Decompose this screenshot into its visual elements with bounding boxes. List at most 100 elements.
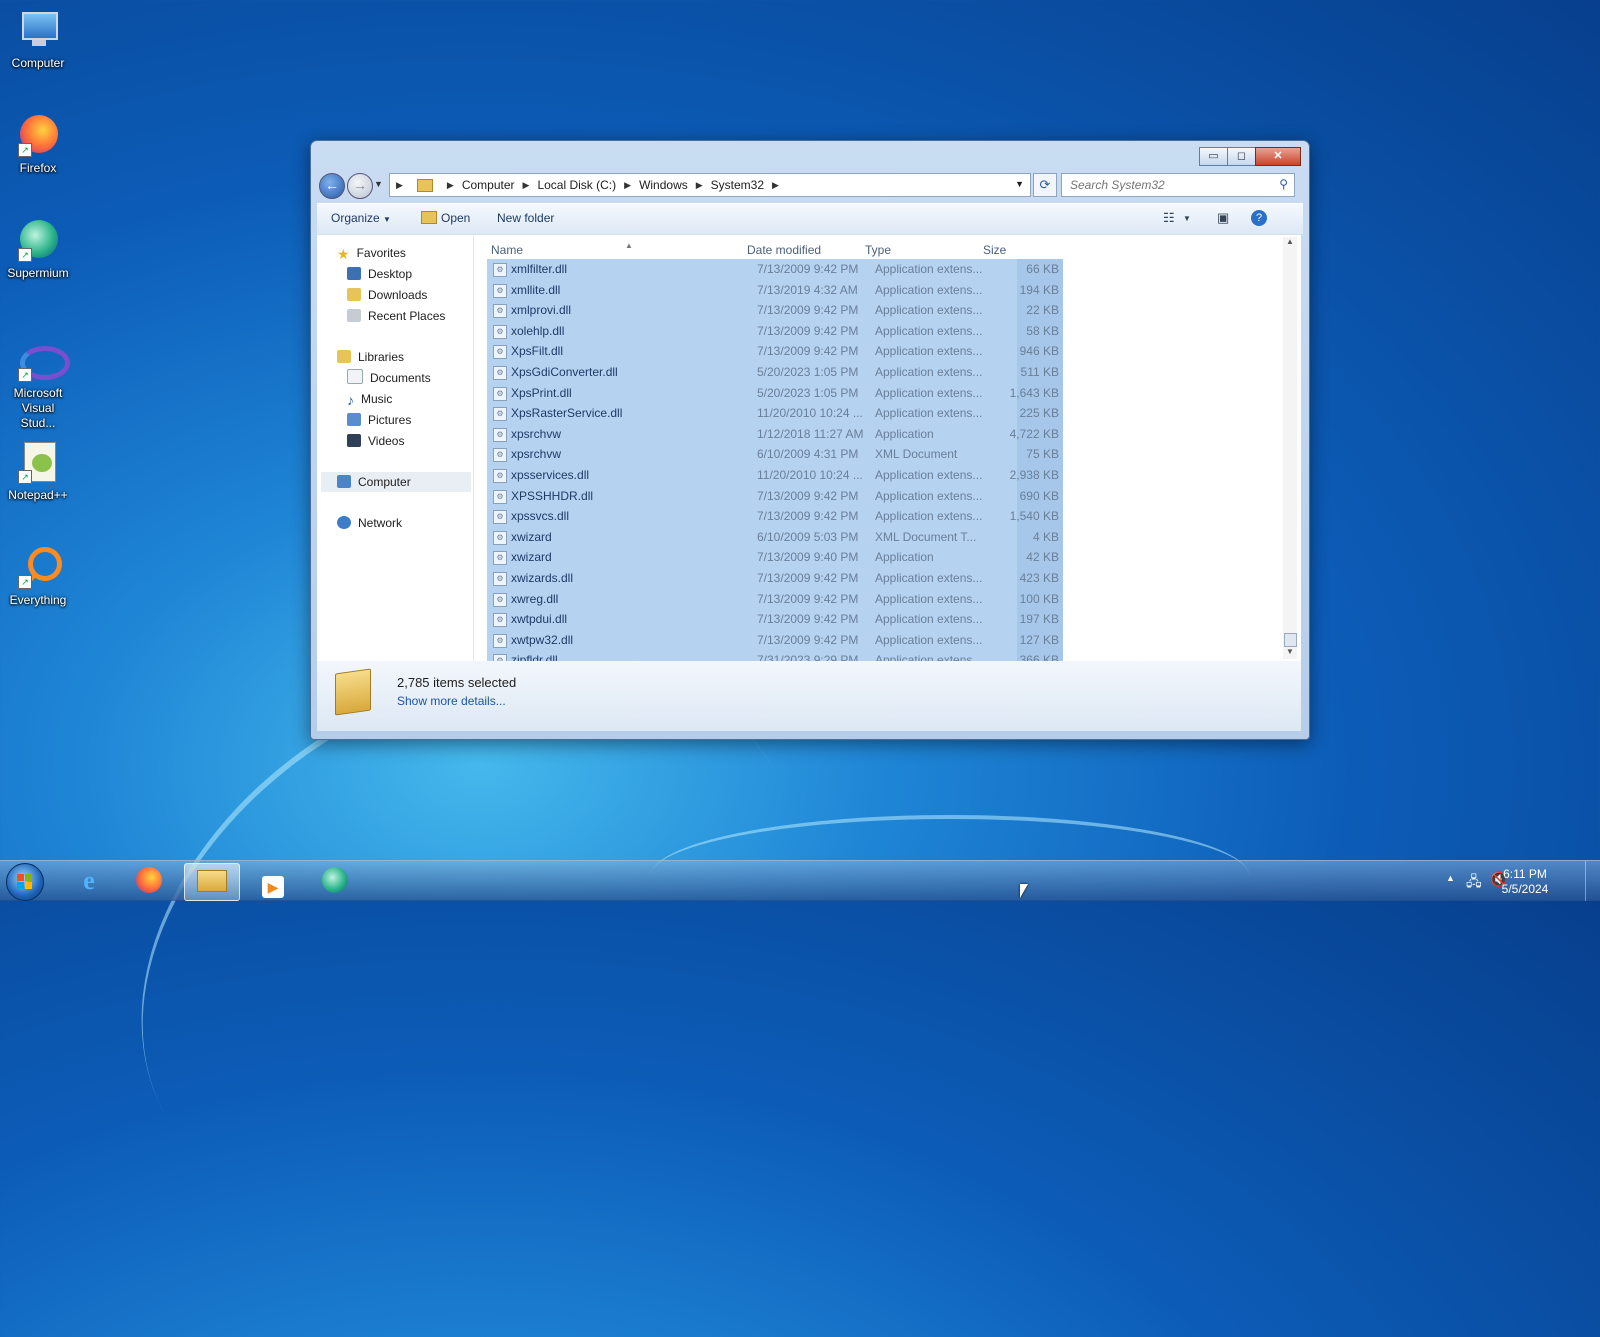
address-history-dropdown[interactable]: ▼ xyxy=(1015,179,1024,189)
search-box[interactable]: ⚲ xyxy=(1061,173,1295,197)
file-row[interactable]: ⚙ xpsrchvw 1/12/2018 11:27 AM Application 4,… xyxy=(487,423,1063,445)
column-header-type[interactable]: Type xyxy=(865,243,891,257)
file-row[interactable]: ⚙ xwtpdui.dll 7/13/2009 9:42 PM Application… xyxy=(487,609,1063,630)
command-bar: Organize ▼ Open New folder ☷ ▼ ▣ ? xyxy=(317,203,1303,234)
nav-libraries[interactable]: Libraries xyxy=(337,347,404,367)
file-size: 511 KB xyxy=(1020,364,1059,379)
scroll-up-arrow[interactable]: ▲ xyxy=(1283,237,1297,249)
forward-button[interactable]: → xyxy=(347,173,373,199)
breadcrumb-computer[interactable]: Computer xyxy=(462,178,515,192)
organize-button[interactable]: Organize ▼ xyxy=(331,211,391,225)
desktop-icon-firefox[interactable]: ↗ Firefox xyxy=(4,113,72,176)
nav-recent-places[interactable]: Recent Places xyxy=(347,306,445,326)
chevron-right-icon[interactable]: ▶ xyxy=(696,180,703,191)
column-header-size[interactable]: Size xyxy=(983,243,1006,257)
file-row[interactable]: ⚙ xwizard 7/13/2009 9:40 PM Application 42 K… xyxy=(487,547,1063,568)
search-input[interactable] xyxy=(1068,177,1272,193)
vertical-scrollbar[interactable]: ▲ ▼ xyxy=(1283,237,1297,659)
nav-label: Network xyxy=(358,516,403,530)
firefox-icon: ↗ xyxy=(16,113,60,157)
help-button[interactable]: ? xyxy=(1251,210,1267,226)
desktop-icon-label: Supermium xyxy=(7,266,69,280)
file-row[interactable]: ⚙ xwreg.dll 7/13/2009 9:42 PM Application e… xyxy=(487,588,1063,610)
refresh-icon: ⟳ xyxy=(1039,177,1051,192)
file-row[interactable]: ⚙ xolehlp.dll 7/13/2009 9:42 PM Application… xyxy=(487,320,1063,342)
change-view-button[interactable]: ☷ xyxy=(1163,210,1175,226)
new-folder-button[interactable]: New folder xyxy=(497,211,554,225)
taskbar-windows-explorer[interactable] xyxy=(184,863,240,901)
start-button[interactable] xyxy=(6,863,44,901)
dll-file-icon: ⚙ xyxy=(493,468,507,483)
file-row[interactable]: ⚙ xmlprovi.dll 7/13/2009 9:42 PM Applicatio… xyxy=(487,300,1063,321)
desktop-icon-visual-studio[interactable]: ↗ Microsoft Visual Stud... xyxy=(4,338,72,431)
desktop-icon-notepadpp[interactable]: ↗ Notepad++ xyxy=(4,440,72,503)
nav-downloads[interactable]: Downloads xyxy=(347,285,427,305)
view-options-dropdown[interactable]: ▼ xyxy=(1183,214,1191,223)
tray-clock[interactable]: 6:11 PM 5/5/2024 xyxy=(1490,867,1560,897)
show-desktop-button[interactable] xyxy=(1585,861,1600,901)
nav-music[interactable]: ♪ Music xyxy=(347,389,392,409)
application-icon: ⚙ xyxy=(493,551,507,566)
desktop-icon-supermium[interactable]: ↗ Supermium xyxy=(4,218,72,281)
visual-studio-icon: ↗ xyxy=(16,338,70,382)
supermium-icon xyxy=(322,867,348,893)
taskbar-media-player[interactable]: ▶ xyxy=(246,863,300,899)
file-row[interactable]: ⚙ XPSSHHDR.dll 7/13/2009 9:42 PM Applicatio… xyxy=(487,485,1063,507)
column-header-name[interactable]: Name ▲ xyxy=(491,241,633,257)
nav-computer[interactable]: Computer xyxy=(321,472,471,492)
file-row[interactable]: ⚙ XpsRasterService.dll 11/20/2010 10:24 ..… xyxy=(487,403,1063,424)
address-bar[interactable]: ▶ ▶ Computer ▶ Local Disk (C:) ▶ Windows… xyxy=(389,173,1031,197)
show-more-details-link[interactable]: Show more details... xyxy=(397,694,506,708)
minimize-button[interactable]: ▭ xyxy=(1199,147,1228,166)
nav-videos[interactable]: Videos xyxy=(347,431,404,451)
nav-network[interactable]: Network xyxy=(337,513,402,533)
network-tray-icon[interactable]: 🖧 xyxy=(1466,871,1482,895)
nav-desktop[interactable]: Desktop xyxy=(347,264,412,284)
close-button[interactable]: ✕ xyxy=(1255,147,1301,166)
file-row[interactable]: ⚙ xmllite.dll 7/13/2019 4:32 AM Application… xyxy=(487,279,1063,301)
breadcrumb-local-disk[interactable]: Local Disk (C:) xyxy=(537,178,616,192)
file-size: 127 KB xyxy=(1019,632,1059,647)
navigation-bar: ← → ▼ ▶ ▶ Computer ▶ Local Disk (C:) ▶ W… xyxy=(319,171,1301,199)
file-row[interactable]: ⚙ xpsservices.dll 11/20/2010 10:24 ... Appl… xyxy=(487,464,1063,486)
scroll-down-arrow[interactable]: ▼ xyxy=(1283,647,1297,659)
xml-file-icon: ⚙ xyxy=(493,530,507,545)
taskbar-internet-explorer[interactable]: e xyxy=(62,863,116,899)
preview-pane-button[interactable]: ▣ xyxy=(1217,210,1229,226)
breadcrumb-windows[interactable]: Windows xyxy=(639,178,688,192)
taskbar-firefox[interactable] xyxy=(122,863,176,899)
file-row[interactable]: ⚙ xwizards.dll 7/13/2009 9:42 PM Applicatio… xyxy=(487,567,1063,589)
file-row[interactable]: ⚙ xwizard 6/10/2009 5:03 PM XML Document T.… xyxy=(487,526,1063,548)
refresh-button[interactable]: ⟳ xyxy=(1033,173,1057,197)
open-label: Open xyxy=(441,211,471,225)
content-area: ★ Favorites Desktop Downloads Recent Plac… xyxy=(317,234,1301,671)
file-row[interactable]: ⚙ XpsGdiConverter.dll 5/20/2023 1:05 PM App… xyxy=(487,361,1063,383)
file-row[interactable]: ⚙ xpssvcs.dll 7/13/2009 9:42 PM Application… xyxy=(487,506,1063,527)
recent-pages-dropdown[interactable]: ▼ xyxy=(374,179,383,189)
nav-documents[interactable]: Documents xyxy=(347,368,431,388)
file-type: Application extens... xyxy=(875,344,983,359)
file-row[interactable]: ⚙ XpsFilt.dll 7/13/2009 9:42 PM Application… xyxy=(487,341,1063,362)
file-row[interactable]: ⚙ xmlfilter.dll 7/13/2009 9:42 PM Applicati… xyxy=(487,259,1063,280)
taskbar-supermium[interactable] xyxy=(308,863,362,899)
show-hidden-icons-button[interactable]: ▲ xyxy=(1446,873,1455,883)
column-header-date[interactable]: Date modified xyxy=(747,243,821,257)
desktop-icon-everything[interactable]: ↗ Everything xyxy=(4,545,72,608)
file-row[interactable]: ⚙ xwtpw32.dll 7/13/2009 9:42 PM Application… xyxy=(487,629,1063,651)
desktop-icon-computer[interactable]: Computer xyxy=(4,8,72,71)
file-row[interactable]: ⚙ XpsPrint.dll 5/20/2023 1:05 PM Applicatio… xyxy=(487,382,1063,404)
chevron-right-icon[interactable]: ▶ xyxy=(772,180,779,191)
nav-favorites[interactable]: ★ Favorites xyxy=(337,243,406,263)
search-icon[interactable]: ⚲ xyxy=(1279,177,1288,191)
chevron-right-icon[interactable]: ▶ xyxy=(523,180,530,191)
file-row[interactable]: ⚙ xpsrchvw 6/10/2009 4:31 PM XML Document 75… xyxy=(487,444,1063,465)
breadcrumb-system32[interactable]: System32 xyxy=(711,178,764,192)
chevron-right-icon[interactable]: ▶ xyxy=(624,180,631,191)
open-button[interactable]: Open xyxy=(421,211,470,225)
maximize-button[interactable]: ◻ xyxy=(1227,147,1256,166)
nav-label: Recent Places xyxy=(368,309,446,323)
scrollbar-thumb[interactable] xyxy=(1284,633,1297,647)
nav-pictures[interactable]: Pictures xyxy=(347,410,411,430)
back-button[interactable]: ← xyxy=(319,173,345,199)
file-date: 7/13/2009 9:40 PM xyxy=(757,550,859,565)
